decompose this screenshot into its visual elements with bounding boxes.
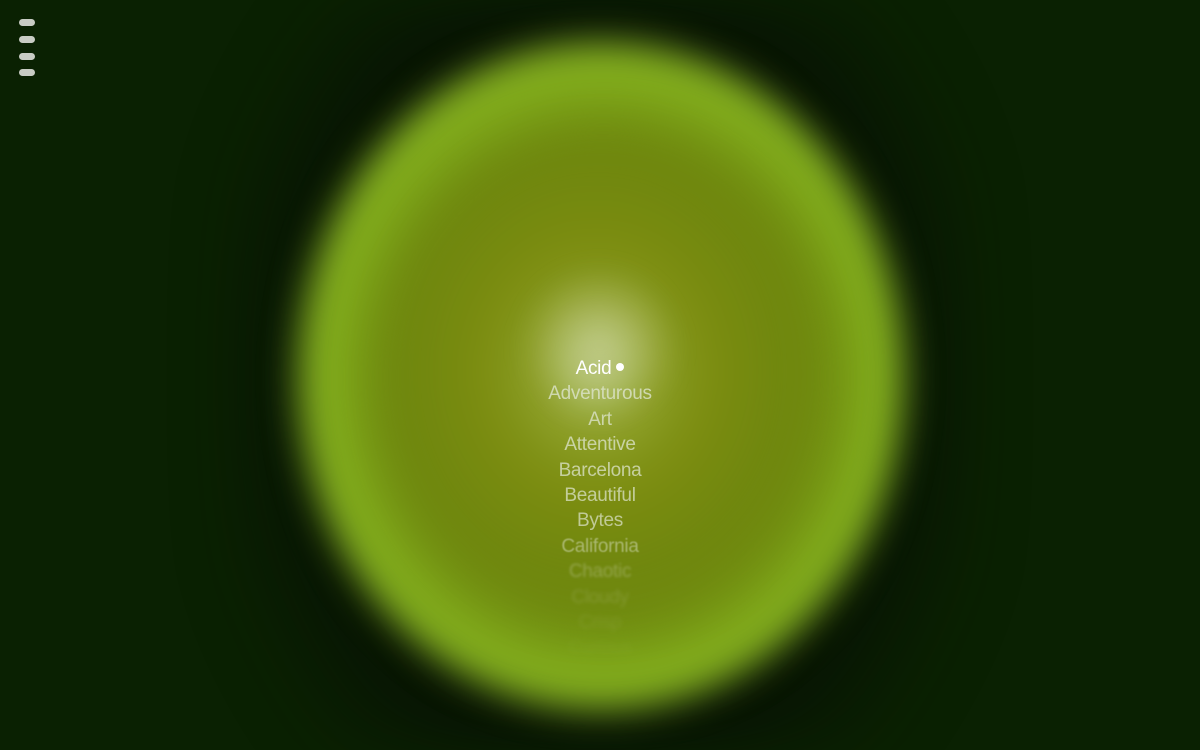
- word-item-california[interactable]: California: [450, 534, 750, 559]
- active-indicator-dot-icon: [616, 362, 625, 371]
- word-label: California: [561, 535, 639, 557]
- menu-bar: [19, 69, 35, 76]
- word-item-cloudy[interactable]: Cloudy: [450, 585, 750, 610]
- word-label: Chaotic: [568, 561, 632, 583]
- word-item-curious[interactable]: Curious: [450, 635, 750, 660]
- word-item-chaotic[interactable]: Chaotic: [450, 559, 750, 584]
- word-list: Acid Adventurous Art Attentive Barcelona Beau…: [450, 356, 750, 661]
- hamburger-menu-icon[interactable]: [19, 19, 37, 79]
- word-item-barcelona[interactable]: Barcelona: [450, 458, 750, 483]
- word-item-beautiful[interactable]: Beautiful: [450, 483, 750, 508]
- word-item-bytes[interactable]: Bytes: [450, 508, 750, 533]
- word-label: Barcelona: [558, 459, 642, 481]
- menu-bar: [19, 36, 35, 43]
- stage: Acid Adventurous Art Attentive Barcelona Beau…: [0, 0, 1200, 750]
- word-label: Bytes: [576, 510, 624, 532]
- word-label: Acid: [575, 358, 612, 379]
- word-item-attentive[interactable]: Attentive: [450, 432, 750, 457]
- word-item-art[interactable]: Art: [450, 407, 750, 432]
- word-item-acid[interactable]: Acid: [450, 356, 750, 381]
- word-label: Art: [588, 408, 612, 430]
- menu-bar: [19, 53, 35, 60]
- word-label: Crisp: [578, 611, 622, 633]
- word-item-crisp[interactable]: Crisp: [450, 610, 750, 635]
- word-label: Beautiful: [564, 484, 636, 506]
- word-item-adventurous[interactable]: Adventurous: [450, 381, 750, 406]
- word-label: Curious: [568, 637, 632, 659]
- word-label: Cloudy: [571, 586, 629, 608]
- word-label: Adventurous: [548, 383, 652, 405]
- menu-bar: [19, 19, 35, 26]
- word-label: Attentive: [564, 434, 636, 456]
